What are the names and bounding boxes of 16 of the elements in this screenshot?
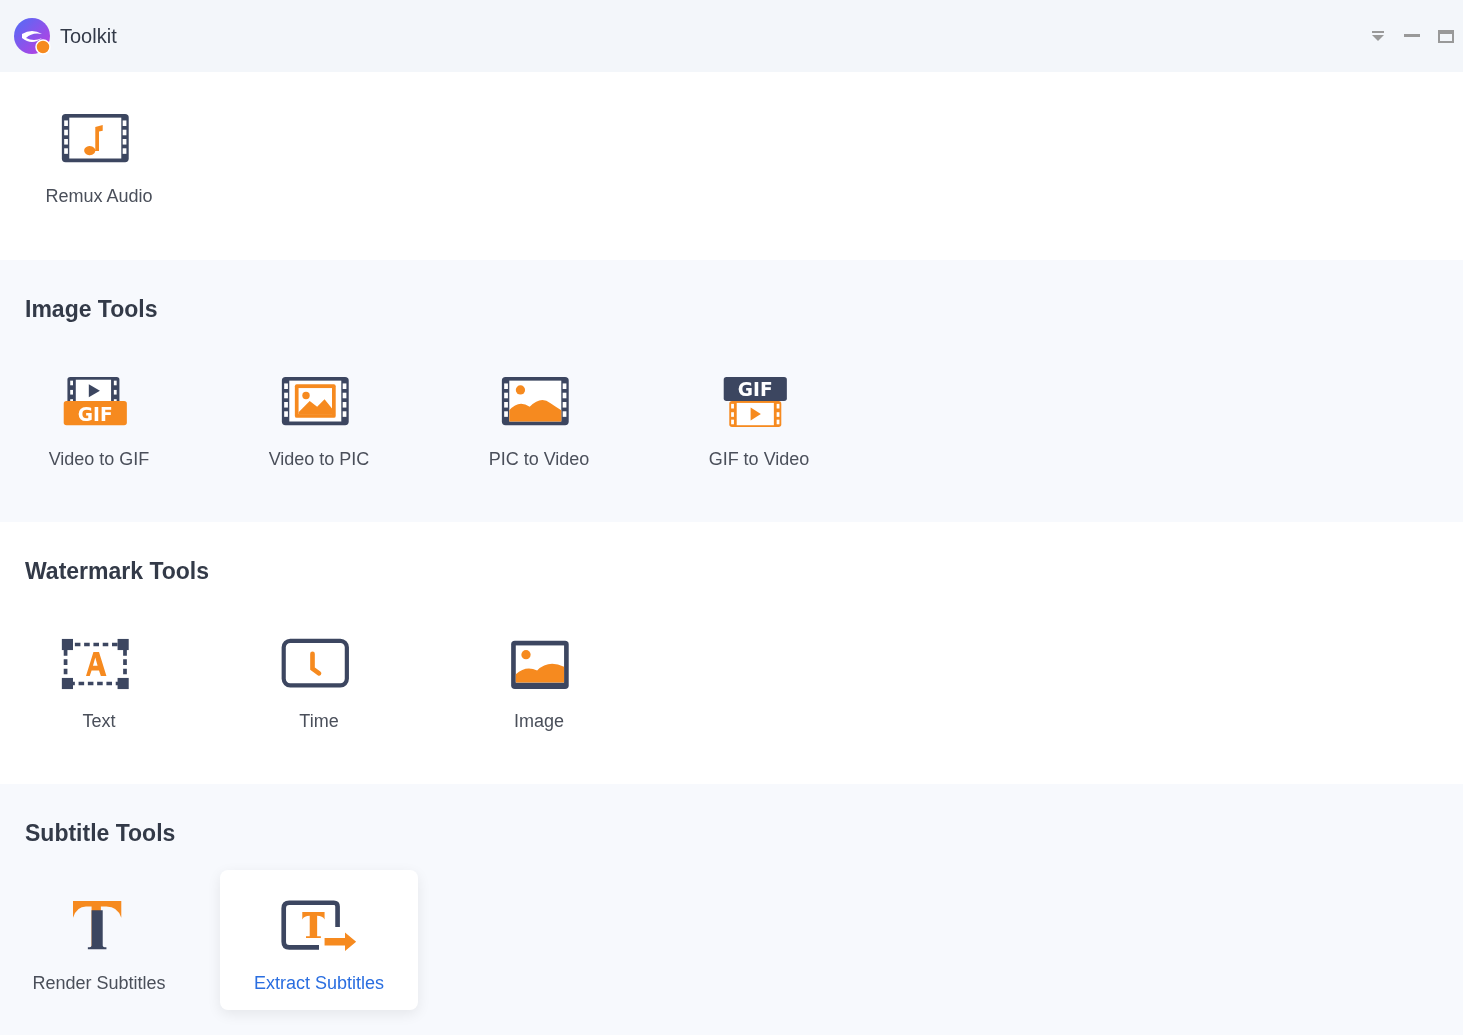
tool-tile[interactable]: Extract Subtitles — [220, 870, 418, 1010]
tool-tile[interactable]: Render Subtitles — [0, 870, 198, 1010]
window-title: Toolkit — [60, 24, 117, 49]
tool-tile[interactable]: PIC to Video — [440, 346, 638, 486]
tool-tile[interactable]: GIF Video to GIF — [0, 346, 198, 486]
tool-tile[interactable]: GIF GIF to Video — [660, 346, 858, 486]
tool-tile[interactable]: Text — [0, 608, 198, 748]
section-title: Image Tools — [24, 296, 159, 322]
tool-tile[interactable]: Time — [220, 608, 418, 748]
tool-tile[interactable]: Remux Audio — [0, 83, 198, 223]
section-title: Subtitle Tools — [24, 820, 177, 846]
section-title: Watermark Tools — [24, 558, 211, 584]
tool-tile[interactable]: Image — [440, 608, 638, 748]
app-logo-icon — [14, 17, 51, 55]
maximize-icon[interactable] — [1437, 27, 1455, 45]
tool-tile[interactable]: Video to PIC — [220, 346, 418, 486]
